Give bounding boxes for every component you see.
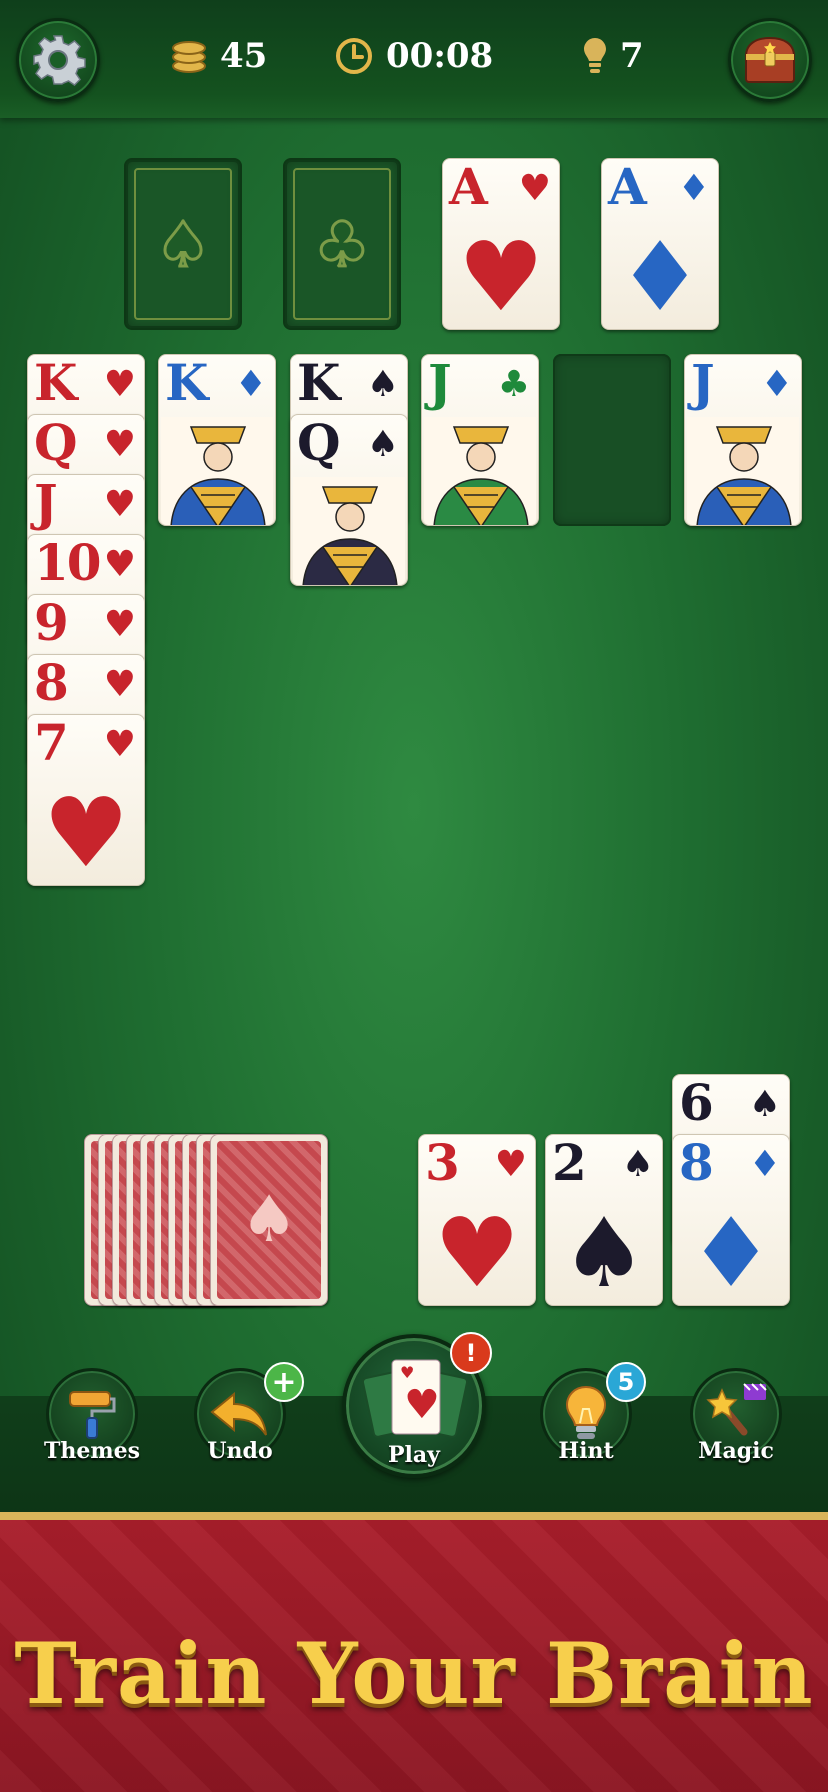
- card-center-suit-icon: ♦: [687, 1197, 775, 1306]
- spade-icon: ♠: [154, 207, 213, 283]
- undo-button[interactable]: Undo +: [194, 1362, 304, 1464]
- card-rank: J: [428, 354, 452, 412]
- timer-value: 00:08: [386, 36, 494, 76]
- card-rank: 8: [34, 654, 69, 712]
- clock-icon: [336, 38, 372, 74]
- card-center-suit-icon: ♠: [560, 1197, 648, 1306]
- club-icon: ♣: [313, 207, 372, 283]
- card-suit-icon: ♥: [103, 724, 136, 765]
- card-suit-icon: ♠: [621, 1144, 654, 1185]
- timer: 00:08: [334, 36, 493, 76]
- card-face: [687, 417, 799, 525]
- jack-face-illustration: [424, 417, 536, 525]
- foundation-slot[interactable]: ♣: [283, 158, 401, 330]
- card-center-suit-icon: ♥: [42, 777, 130, 886]
- undo-plus-badge: +: [264, 1362, 304, 1402]
- coins-icon: [172, 41, 206, 73]
- card-suit-icon: ♦: [234, 364, 267, 405]
- card-suit-icon: ♥: [494, 1144, 527, 1185]
- coins-counter: 45: [170, 36, 267, 76]
- card-rank: A: [449, 158, 488, 216]
- hint-count-badge: 5: [606, 1362, 646, 1402]
- card-back: ♠: [210, 1134, 328, 1306]
- card-rank: 7: [34, 714, 69, 772]
- themes-label: Themes: [44, 1438, 141, 1464]
- coins-value: 45: [220, 36, 268, 76]
- card-center-suit-icon: ♥: [457, 221, 545, 330]
- svg-text:♥: ♥: [404, 1382, 440, 1428]
- card[interactable]: A ♦ ♦: [601, 158, 719, 330]
- card-suit-icon: ♥: [103, 604, 136, 645]
- card-suit-icon: ♦: [760, 364, 793, 405]
- card-face: [293, 477, 405, 585]
- card-suit-icon: ♠: [748, 1084, 781, 1125]
- banner-title: Train Your Brain: [14, 1624, 814, 1723]
- card-center-suit-icon: ♦: [616, 221, 704, 330]
- card-rank: A: [608, 158, 647, 216]
- play-alert-badge: !: [450, 1332, 492, 1374]
- play-label: Play: [388, 1442, 440, 1468]
- card[interactable]: K ♦: [158, 354, 276, 526]
- gear-icon: [33, 35, 86, 86]
- card-face: [161, 417, 273, 525]
- card[interactable]: Q ♠: [290, 414, 408, 586]
- card-rank: J: [691, 354, 715, 412]
- card-suit-icon: ♥: [103, 364, 136, 405]
- card-suit-icon: ♥: [103, 664, 136, 705]
- card-rank: K: [34, 354, 77, 412]
- card[interactable]: 2 ♠ ♠: [545, 1134, 663, 1306]
- foundation-slot[interactable]: ♠: [124, 158, 242, 330]
- card-rank: 6: [679, 1074, 714, 1132]
- hint-button[interactable]: Hint 5: [540, 1362, 646, 1464]
- card-suit-icon: ♦: [748, 1144, 781, 1185]
- card-rank: 3: [425, 1134, 460, 1192]
- card-suit-icon: ♥: [103, 484, 136, 525]
- moves-counter: 7: [582, 36, 644, 76]
- card-rank: K: [297, 354, 340, 412]
- jack-face-illustration: [687, 417, 799, 525]
- card[interactable]: J ♣: [421, 354, 539, 526]
- card-suit-icon: ♠: [366, 424, 399, 465]
- card-rank: Q: [297, 414, 341, 472]
- card-rank: J: [34, 474, 58, 532]
- card-suit-icon: ♥: [518, 168, 551, 209]
- play-button[interactable]: ♥ ♥ Play !: [342, 1332, 492, 1478]
- promo-banner: Train Your Brain: [0, 1512, 828, 1792]
- card[interactable]: 3 ♥ ♥: [418, 1134, 536, 1306]
- svg-text:♥: ♥: [400, 1363, 414, 1382]
- treasure-chest-button[interactable]: [728, 18, 812, 102]
- queen-face-illustration: [293, 477, 405, 585]
- treasure-chest-icon: [744, 36, 796, 83]
- card-face: [424, 417, 536, 525]
- magic-label: Magic: [698, 1438, 774, 1464]
- settings-button[interactable]: [16, 18, 100, 102]
- card-rank: 10: [34, 534, 102, 592]
- lightbulb-icon: [584, 38, 606, 73]
- spade-icon: ♠: [240, 1183, 298, 1257]
- card[interactable]: 8 ♦ ♦: [672, 1134, 790, 1306]
- themes-button[interactable]: Themes: [44, 1368, 140, 1464]
- card-rank: 9: [34, 594, 69, 652]
- cards-icon: ♥ ♥: [361, 1359, 469, 1438]
- card-suit-icon: ♥: [103, 544, 136, 585]
- card-suit-icon: ♣: [497, 364, 530, 405]
- magic-button[interactable]: Magic: [690, 1368, 782, 1464]
- undo-label: Undo: [207, 1438, 273, 1464]
- card-rank: Q: [34, 414, 78, 472]
- king-face-illustration: [161, 417, 273, 525]
- card-center-suit-icon: ♥: [433, 1197, 521, 1306]
- card-suit-icon: ♥: [103, 424, 136, 465]
- card-suit-icon: ♦: [677, 168, 710, 209]
- hint-label: Hint: [558, 1438, 614, 1464]
- card[interactable]: A ♥ ♥: [442, 158, 560, 330]
- card[interactable]: J ♦: [684, 354, 802, 526]
- card-suit-icon: ♠: [366, 364, 399, 405]
- card[interactable]: 7 ♥ ♥: [27, 714, 145, 886]
- card-rank: K: [165, 354, 208, 412]
- moves-value: 7: [620, 36, 644, 76]
- empty-tableau-slot[interactable]: [553, 354, 671, 526]
- card-rank: 8: [679, 1134, 714, 1192]
- card-rank: 2: [552, 1134, 587, 1192]
